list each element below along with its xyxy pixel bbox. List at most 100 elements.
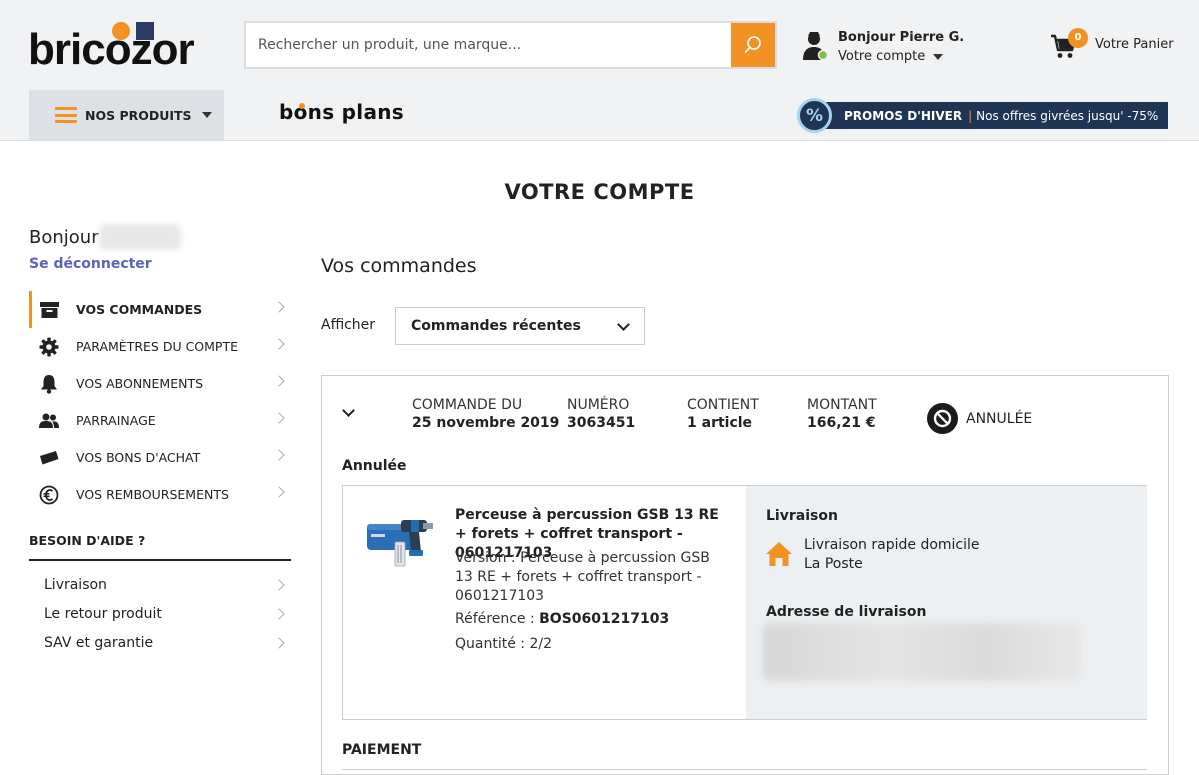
account-label-text: Votre compte bbox=[838, 49, 926, 64]
payment-divider bbox=[342, 769, 1147, 770]
order-status: ANNULÉE bbox=[927, 403, 1032, 434]
orders-filter-select[interactable]: Commandes récentes bbox=[395, 307, 645, 345]
help-list: Livraison Le retour produit SAV et garan… bbox=[29, 571, 291, 658]
sidebar-item-orders[interactable]: VOS COMMANDES bbox=[29, 291, 291, 328]
order-amount-label: MONTANT bbox=[807, 397, 877, 413]
search-icon bbox=[744, 36, 761, 53]
shipping-title: Livraison bbox=[766, 508, 838, 524]
blurred-address bbox=[762, 623, 1082, 681]
site-header: bricozor Bonjour Pierre G. Votre compte … bbox=[0, 0, 1199, 141]
product-image[interactable] bbox=[365, 512, 435, 568]
help-item-label: Le retour produit bbox=[44, 606, 162, 622]
cart-button[interactable]: 0 Votre Panier bbox=[1050, 28, 1180, 62]
help-title: BESOIN D'AIDE ? bbox=[29, 533, 146, 548]
sidebar-item-label: PARRAINAGE bbox=[76, 413, 156, 428]
help-divider bbox=[29, 559, 291, 561]
bricozor-logo[interactable]: bricozor bbox=[28, 22, 208, 72]
order-collapse-toggle[interactable] bbox=[342, 404, 356, 420]
order-contains-value: 1 article bbox=[687, 415, 753, 431]
logout-link[interactable]: Se déconnecter bbox=[29, 256, 152, 272]
chevron-right-icon bbox=[273, 412, 285, 424]
order-card: COMMANDE DU 25 novembre 2019 NUMÉRO 3063… bbox=[321, 375, 1169, 775]
hamburger-icon bbox=[55, 107, 77, 123]
ticket-icon bbox=[39, 448, 59, 468]
euro-icon bbox=[39, 485, 59, 505]
promo-bar: PROMOS D'HIVER | Nos offres givrées jusq… bbox=[813, 102, 1168, 129]
blurred-user-name bbox=[99, 224, 181, 250]
bons-plans-link[interactable]: bons plans bbox=[279, 100, 404, 124]
cart-label: Votre Panier bbox=[1095, 37, 1174, 52]
sidebar-item-label: PARAMÈTRES DU COMPTE bbox=[76, 339, 238, 354]
chevron-right-icon bbox=[273, 579, 285, 591]
order-state: Annulée bbox=[342, 458, 407, 474]
chevron-right-icon bbox=[273, 637, 285, 649]
nav-products-button[interactable]: NOS PRODUITS bbox=[29, 90, 224, 140]
search-bar bbox=[244, 21, 777, 69]
sidebar-item-label: VOS ABONNEMENTS bbox=[76, 376, 204, 391]
shipping-carrier: La Poste bbox=[804, 556, 863, 572]
chevron-right-icon bbox=[273, 375, 285, 387]
caret-down-icon bbox=[201, 112, 212, 118]
shipping-panel: Livraison Livraison rapide domicile La P… bbox=[746, 486, 1147, 719]
help-item-label: SAV et garantie bbox=[44, 635, 154, 651]
account-label: Votre compte bbox=[838, 49, 944, 64]
account-menu[interactable]: Bonjour Pierre G. Votre compte bbox=[802, 28, 992, 68]
help-item-delivery[interactable]: Livraison bbox=[29, 571, 291, 600]
bons-plans-text-rest: ns plans bbox=[307, 100, 404, 124]
sidebar-item-settings[interactable]: PARAMÈTRES DU COMPTE bbox=[29, 328, 291, 365]
percent-icon: % bbox=[797, 98, 832, 133]
bell-icon bbox=[39, 374, 59, 394]
sidebar-greeting: Bonjour bbox=[29, 227, 99, 248]
winter-promo-banner[interactable]: PROMOS D'HIVER | Nos offres givrées jusq… bbox=[797, 98, 1169, 133]
cancelled-icon bbox=[927, 403, 958, 434]
promo-title: PROMOS D'HIVER bbox=[844, 108, 963, 123]
sidebar-item-refunds[interactable]: VOS REMBOURSEMENTS bbox=[29, 476, 291, 513]
order-items-box: Perceuse à percussion GSB 13 RE + forets… bbox=[342, 485, 1147, 720]
filter-label: Afficher bbox=[321, 317, 376, 333]
filter-selected-value: Commandes récentes bbox=[411, 318, 581, 334]
chevron-right-icon bbox=[273, 486, 285, 498]
product-quantity: Quantité : 2/2 bbox=[455, 636, 552, 652]
order-date-label: COMMANDE DU bbox=[412, 397, 523, 413]
sidebar-item-subscriptions[interactable]: VOS ABONNEMENTS bbox=[29, 365, 291, 402]
sidebar-item-label: VOS BONS D'ACHAT bbox=[76, 450, 201, 465]
order-date: COMMANDE DU 25 novembre 2019 bbox=[412, 397, 559, 431]
product-reference: Référence : BOS0601217103 bbox=[455, 611, 669, 627]
search-button[interactable] bbox=[731, 23, 775, 67]
shipping-mode: Livraison rapide domicile La Poste bbox=[804, 536, 980, 574]
sidebar-item-vouchers[interactable]: VOS BONS D'ACHAT bbox=[29, 439, 291, 476]
home-icon bbox=[766, 542, 792, 566]
chevron-down-icon bbox=[617, 318, 630, 331]
account-menu-list: VOS COMMANDES PARAMÈTRES DU COMPTE VOS A… bbox=[29, 291, 291, 513]
sidebar-item-referral[interactable]: PARRAINAGE bbox=[29, 402, 291, 439]
chevron-right-icon bbox=[273, 608, 285, 620]
promo-text: Nos offres givrées jusqu' -75% bbox=[976, 108, 1159, 123]
bons-plans-text-o: o bbox=[293, 100, 308, 124]
order-contains-label: CONTIENT bbox=[687, 397, 759, 413]
order-status-label: ANNULÉE bbox=[966, 410, 1033, 427]
gear-icon bbox=[39, 337, 59, 357]
help-item-warranty[interactable]: SAV et garantie bbox=[29, 629, 291, 658]
chevron-right-icon bbox=[273, 301, 285, 313]
help-item-returns[interactable]: Le retour produit bbox=[29, 600, 291, 629]
shipping-mode-label: Livraison rapide domicile bbox=[804, 537, 980, 553]
product-reference-value: BOS0601217103 bbox=[539, 611, 670, 627]
order-amount-value: 166,21 € bbox=[807, 415, 876, 431]
orders-title: Vos commandes bbox=[321, 255, 477, 277]
logo-text: bricozor bbox=[28, 25, 195, 74]
page-title: VOTRE COMPTE bbox=[504, 180, 695, 204]
caret-down-icon bbox=[933, 53, 944, 60]
chevron-down-icon bbox=[342, 404, 355, 417]
sidebar-item-label: VOS REMBOURSEMENTS bbox=[76, 487, 229, 502]
order-amount: MONTANT 166,21 € bbox=[807, 397, 877, 431]
account-greeting: Bonjour Pierre G. bbox=[838, 30, 965, 45]
user-icon bbox=[803, 32, 828, 61]
order-date-value: 25 novembre 2019 bbox=[412, 415, 560, 431]
users-icon bbox=[39, 411, 59, 431]
bons-plans-text-b: b bbox=[279, 100, 294, 124]
nav-products-label: NOS PRODUITS bbox=[85, 107, 192, 123]
product-version: Version : Perceuse à percussion GSB 13 R… bbox=[455, 550, 710, 604]
product-reference-label: Référence : bbox=[455, 611, 540, 627]
order-contains: CONTIENT 1 article bbox=[687, 397, 759, 431]
search-input[interactable] bbox=[246, 23, 732, 67]
